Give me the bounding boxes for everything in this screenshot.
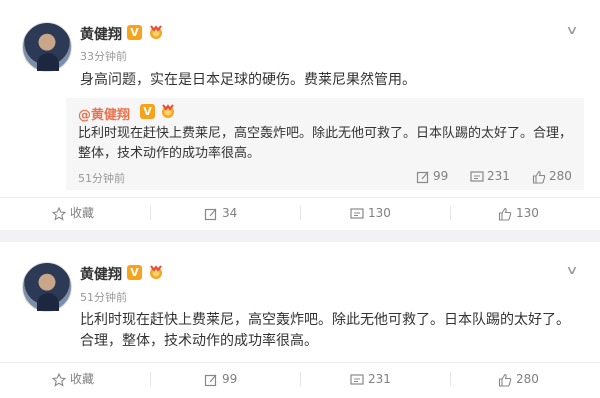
- comment-icon: [350, 207, 364, 219]
- quoted-comment-count: 231: [487, 169, 510, 183]
- action-bar: 收藏 34 130 130: [0, 198, 600, 228]
- quoted-repost-button[interactable]: 99: [416, 169, 448, 184]
- weibo-post-card: 黄健翔 V 33分钟前 ∨ 身高问题，实在是日本足球的硬伤。费莱尼果然管用。 @…: [0, 0, 600, 230]
- post-text-line2: 合理，整体，技术动作的成功率很高。: [80, 333, 318, 349]
- quoted-text: 比利时现在赶快上费莱尼，高空轰炸吧。除此无他可救了。日本队踢的太好了。合理，整体…: [78, 126, 573, 161]
- star-icon: [51, 372, 67, 387]
- comment-button[interactable]: 231: [350, 364, 391, 394]
- quoted-like-count: 280: [549, 169, 572, 183]
- repost-button[interactable]: 99: [204, 364, 237, 394]
- favorite-button[interactable]: 收藏: [51, 198, 95, 228]
- star-icon: [51, 206, 67, 221]
- like-button[interactable]: 280: [498, 364, 539, 394]
- quoted-time[interactable]: 51分钟前: [78, 170, 125, 186]
- post-text: 身高问题，实在是日本足球的硬伤。费莱尼果然管用。: [80, 72, 416, 88]
- author-name[interactable]: 黄健翔: [80, 264, 122, 284]
- quoted-comment-button[interactable]: 231: [470, 169, 510, 184]
- favorite-button[interactable]: 收藏: [51, 364, 95, 394]
- repost-icon: [416, 171, 429, 183]
- separator: [450, 372, 451, 386]
- author-name[interactable]: 黄健翔: [80, 24, 122, 44]
- divider: [0, 362, 600, 363]
- medal-icon: [150, 25, 162, 39]
- separator: [150, 372, 151, 386]
- quoted-like-button[interactable]: 280: [532, 169, 572, 184]
- comment-button[interactable]: 130: [350, 198, 391, 228]
- separator: [300, 206, 301, 220]
- quoted-author[interactable]: @黄健翔: [78, 108, 130, 123]
- medal-icon: [150, 265, 162, 279]
- like-count: 280: [516, 372, 539, 386]
- thumbs-up-icon: [498, 207, 512, 221]
- favorite-label: 收藏: [70, 372, 95, 386]
- avatar[interactable]: [22, 262, 72, 312]
- chevron-down-icon[interactable]: ∨: [560, 262, 584, 278]
- medal-icon: [162, 104, 174, 118]
- separator: [450, 206, 451, 220]
- repost-count: 99: [222, 372, 238, 386]
- thumbs-up-icon: [532, 170, 546, 184]
- like-count: 130: [516, 206, 539, 220]
- favorite-label: 收藏: [70, 206, 95, 220]
- post-time[interactable]: 33分钟前: [80, 48, 127, 64]
- repost-button[interactable]: 34: [204, 198, 237, 228]
- weibo-post-card: 黄健翔 V 51分钟前 ∨ 比利时现在赶快上费莱尼，高空轰炸吧。除此无他可救了。…: [0, 242, 600, 398]
- comment-count: 130: [368, 206, 391, 220]
- thumbs-up-icon: [498, 373, 512, 387]
- repost-count: 34: [222, 206, 238, 220]
- avatar[interactable]: [22, 22, 72, 72]
- comment-count: 231: [368, 372, 391, 386]
- verified-badge-icon: V: [127, 25, 142, 40]
- comment-icon: [350, 373, 364, 385]
- like-button[interactable]: 130: [498, 198, 539, 228]
- separator: [150, 206, 151, 220]
- verified-badge-icon: V: [140, 104, 155, 119]
- post-time[interactable]: 51分钟前: [80, 289, 127, 305]
- repost-icon: [204, 208, 217, 220]
- comment-icon: [470, 170, 484, 182]
- quoted-post[interactable]: @黄健翔 V 比利时现在赶快上费莱尼，高空轰炸吧。除此无他可救了。日本队踢的太好…: [66, 98, 584, 190]
- verified-badge-icon: V: [127, 265, 142, 280]
- chevron-down-icon[interactable]: ∨: [560, 22, 584, 38]
- action-bar: 收藏 99 231 280: [0, 364, 600, 394]
- quoted-repost-count: 99: [433, 169, 449, 183]
- separator: [300, 372, 301, 386]
- repost-icon: [204, 374, 217, 386]
